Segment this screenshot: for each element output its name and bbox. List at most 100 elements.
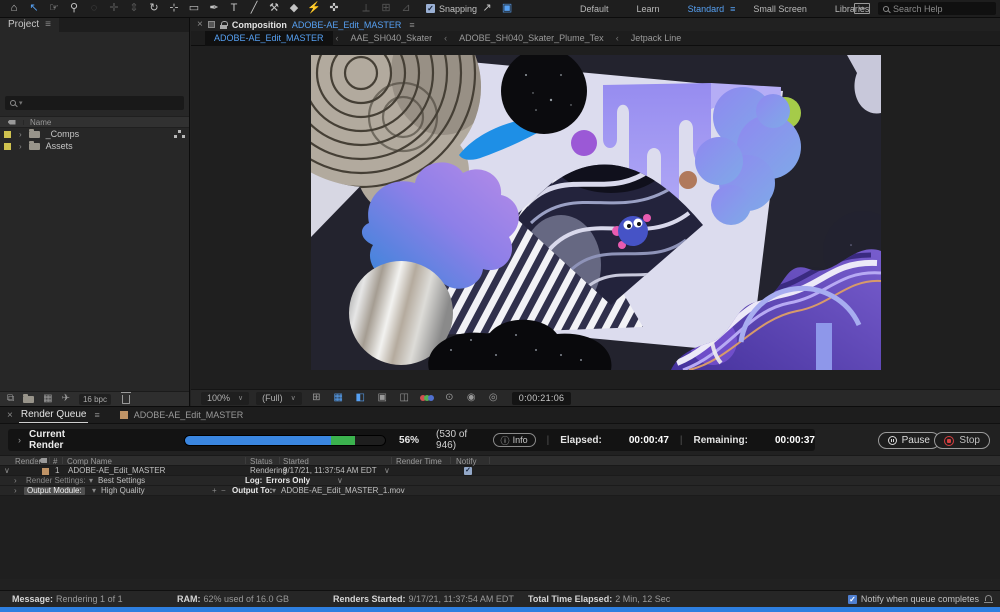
tab-render-queue[interactable]: Render Queue <box>19 408 89 423</box>
close-icon[interactable]: × <box>197 19 203 30</box>
disclosure-icon[interactable]: › <box>14 487 17 495</box>
snapping-checkbox[interactable]: ✓ <box>426 4 435 13</box>
comp-swatch[interactable] <box>42 468 49 475</box>
project-search-field[interactable]: ▾ <box>5 96 184 110</box>
timecode-display[interactable]: 0:00:21:06 <box>512 392 572 405</box>
snap-angle-icon[interactable]: ↗ <box>477 0 497 17</box>
transparency-grid-icon[interactable]: ▦ <box>331 391 346 405</box>
col-render[interactable]: Render <box>15 457 41 466</box>
remove-output-icon[interactable]: − <box>221 487 226 495</box>
popup-triangle-icon[interactable]: ▾ <box>92 487 96 495</box>
trash-icon[interactable] <box>122 395 130 404</box>
chevron-down-icon[interactable]: ∨ <box>384 467 390 475</box>
label-swatch[interactable] <box>4 143 11 150</box>
workspace-learn[interactable]: Learn <box>623 4 674 14</box>
render-queue-menu-icon[interactable]: ≡ <box>94 410 99 420</box>
notify-checkbox[interactable]: ✓ <box>848 595 857 604</box>
twirl-icon[interactable]: › <box>19 130 22 139</box>
disclosure-icon[interactable]: › <box>14 477 17 485</box>
output-module-label[interactable]: Output Module: <box>24 487 85 495</box>
project-settings-icon[interactable]: ✈ <box>62 392 70 406</box>
viewer-tab[interactable]: ADOBE_SH040_Skater_Plume_Tex <box>450 31 613 46</box>
item-disclosure-icon[interactable]: ∨ <box>4 467 10 475</box>
disclosure-icon[interactable]: › <box>18 435 21 445</box>
pixel-aspect-icon[interactable]: ◫ <box>397 391 412 405</box>
label-swatch[interactable] <box>4 131 11 138</box>
resolution-select[interactable]: (Full) ∨ <box>256 392 302 405</box>
eraser-tool-icon[interactable]: ◆ <box>284 0 304 17</box>
media-browser-icon[interactable]: ▸▸ <box>854 3 870 14</box>
capture-region-icon[interactable]: ▣ <box>497 0 517 17</box>
col-started[interactable]: Started <box>283 457 309 466</box>
rectangle-tool-icon[interactable]: ▭ <box>184 0 204 17</box>
workspace-default[interactable]: Default <box>566 4 623 14</box>
workspace-libraries[interactable]: Libraries <box>821 4 884 14</box>
item-comp-name[interactable]: ADOBE-AE_Edit_MASTER <box>68 467 165 475</box>
viewer-tab[interactable]: Jetpack Line <box>622 31 691 46</box>
output-module-value[interactable]: High Quality <box>101 487 145 495</box>
tab-composition[interactable]: ADOBE-AE_Edit_MASTER <box>120 410 244 420</box>
brush-tool-icon[interactable]: ╱ <box>244 0 264 17</box>
viewer-tab-active[interactable]: ADOBE-AE_Edit_MASTER <box>205 31 333 46</box>
render-settings-value[interactable]: Best Settings <box>98 477 145 485</box>
log-value[interactable]: Errors Only <box>266 477 310 485</box>
zoom-tool-icon[interactable]: ⚲ <box>64 0 84 17</box>
roto-brush-tool-icon[interactable]: ⚡ <box>304 0 324 17</box>
composition-viewer[interactable] <box>191 46 1000 389</box>
col-notify[interactable]: Notify <box>456 457 476 466</box>
col-comp-name[interactable]: Comp Name <box>67 457 112 466</box>
lock-icon[interactable] <box>220 21 227 29</box>
workspace-menu-icon[interactable]: ≡ <box>730 4 735 14</box>
bit-depth-button[interactable]: 16 bpc <box>79 394 111 405</box>
puppet-pin-tool-icon[interactable]: ✜ <box>324 0 344 17</box>
exposure-icon[interactable]: ⊙ <box>442 391 457 405</box>
workspace-small-screen[interactable]: Small Screen <box>739 4 821 14</box>
project-panel-menu-icon[interactable]: ≡ <box>45 18 51 32</box>
magnification-select[interactable]: 100% ∨ <box>201 392 249 405</box>
home-icon[interactable]: ⌂ <box>4 0 24 17</box>
clone-stamp-tool-icon[interactable]: ⚒ <box>264 0 284 17</box>
col-status[interactable]: Status <box>250 457 273 466</box>
popup-triangle-icon[interactable]: ▾ <box>272 487 276 495</box>
add-output-icon[interactable]: + <box>212 487 217 495</box>
composition-panel-menu-icon[interactable]: ≡ <box>409 20 414 30</box>
composition-name[interactable]: ADOBE-AE_Edit_MASTER <box>292 20 402 30</box>
popup-triangle-icon[interactable]: ▾ <box>89 477 93 485</box>
pause-button[interactable]: Pause <box>878 432 940 449</box>
notify-queue-toggle[interactable]: ✓ Notify when queue completes <box>848 594 992 604</box>
region-of-interest-icon[interactable]: ▣ <box>375 391 390 405</box>
stop-button[interactable]: Stop <box>934 432 990 449</box>
tab-project[interactable]: Project ≡ <box>0 18 59 32</box>
interpret-footage-icon[interactable]: ⧉ <box>7 392 14 406</box>
pan-behind-tool-icon[interactable]: ⊹ <box>164 0 184 17</box>
folder-name[interactable]: _Comps <box>46 129 80 139</box>
new-composition-icon[interactable]: ▦ <box>43 392 52 406</box>
close-icon[interactable]: × <box>7 410 13 421</box>
snapping-toggle[interactable]: ✓ Snapping <box>426 4 477 14</box>
show-channels-icon[interactable] <box>419 395 435 401</box>
col-number[interactable]: # <box>53 457 57 466</box>
workspace-standard[interactable]: Standard <box>674 4 739 14</box>
search-help-input[interactable] <box>893 4 983 14</box>
output-to-value[interactable]: ADOBE-AE_Edit_MASTER_1.mov <box>281 487 405 495</box>
queue-item-row[interactable]: ∨ 1 ADOBE-AE_Edit_MASTER Rendering 9/17/… <box>0 466 1000 476</box>
rotation-tool-icon[interactable]: ↻ <box>144 0 164 17</box>
viewer-tab[interactable]: AAE_SH040_Skater <box>342 31 442 46</box>
type-tool-icon[interactable]: T <box>224 0 244 17</box>
project-row-assets[interactable]: › Assets <box>0 140 189 152</box>
selection-tool-icon[interactable]: ↖ <box>24 0 44 17</box>
notify-checkbox[interactable]: ✓ <box>464 467 472 475</box>
choose-grid-icon[interactable]: ⊞ <box>309 391 324 405</box>
new-folder-icon[interactable] <box>23 396 34 403</box>
hand-tool-icon[interactable]: ☞ <box>44 0 64 17</box>
project-row-comps[interactable]: › _Comps <box>0 128 189 140</box>
chevron-down-icon[interactable]: ∨ <box>337 477 343 485</box>
mask-visibility-icon[interactable]: ◧ <box>353 391 368 405</box>
info-button[interactable]: ⓘ Info <box>493 433 536 447</box>
snapshot-icon[interactable]: ◉ <box>464 391 479 405</box>
help-search[interactable] <box>878 2 996 15</box>
pen-tool-icon[interactable]: ✒ <box>204 0 224 17</box>
col-render-time[interactable]: Render Time <box>396 457 442 466</box>
twirl-icon[interactable]: › <box>19 142 22 151</box>
folder-name[interactable]: Assets <box>46 141 73 151</box>
